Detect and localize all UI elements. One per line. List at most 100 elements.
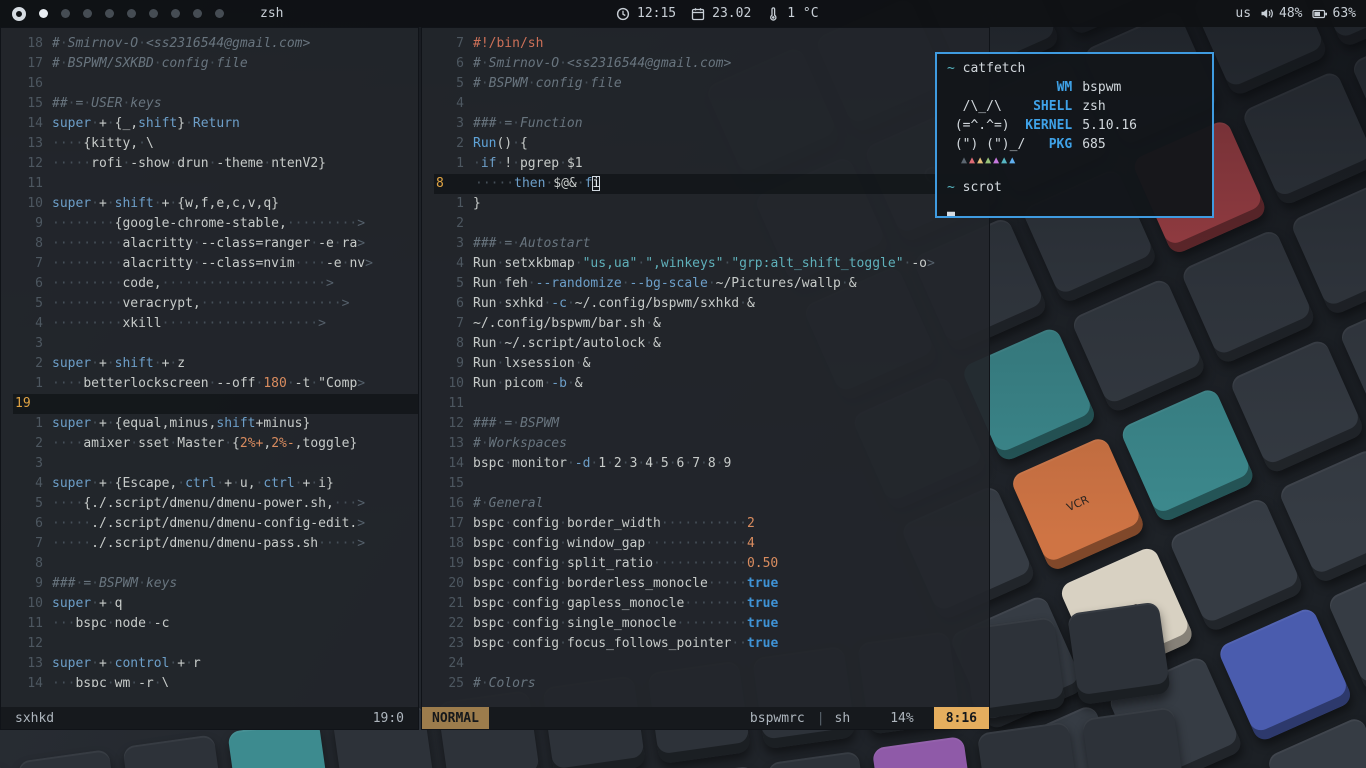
code-text: super·+·q	[52, 594, 122, 614]
code-token: ·	[107, 416, 115, 431]
code-token: ·	[512, 156, 520, 171]
code-token: #	[473, 436, 481, 451]
code-token: lxsession	[504, 356, 574, 371]
editor-line: 1}	[434, 194, 989, 214]
code-token: -e	[318, 236, 334, 251]
code-token: config	[512, 556, 559, 571]
code-text: ···bspc·node·-c	[52, 614, 169, 634]
palette-triangle: ▲	[993, 155, 1001, 166]
code-token: ·	[575, 356, 583, 371]
code-token: pgrep	[520, 156, 559, 171]
line-number: 7	[434, 314, 473, 334]
code-token: --bg-scale	[630, 276, 708, 291]
code-text: ·········alacritty·--class=nvim····-e·nv…	[52, 254, 373, 274]
calendar-icon	[691, 7, 705, 21]
code-text: ·········xkill····················>	[52, 314, 326, 334]
workspace-dot-7[interactable]	[171, 9, 180, 18]
editor-window-bspwmrc[interactable]: 7#!/bin/sh6#·Smirnov-O·<ss2316544@gmail.…	[421, 27, 990, 730]
code-token: ···	[334, 496, 357, 511]
code-token: -theme	[216, 156, 263, 171]
code-text: super·+·{Escape,·ctrl·+·u,·ctrl·+·i}	[52, 474, 334, 494]
code-token: {w,f,e,c,v,q}	[177, 196, 279, 211]
fetch-value: bspwm	[1082, 80, 1121, 95]
code-token: ·····	[52, 536, 91, 551]
battery-icon	[1312, 8, 1328, 20]
code-token: ·	[739, 296, 747, 311]
keycap	[1168, 496, 1305, 633]
editor-line: 9········{google-chrome-stable,·········…	[13, 214, 418, 234]
workspace-dot-5[interactable]	[127, 9, 136, 18]
workspace-dot-1[interactable]	[39, 9, 48, 18]
fetch-terminal-window[interactable]: ~ catfetch WMbspwm /\_/\SHELLzsh (=^.^=)…	[935, 52, 1214, 218]
line-number: 10	[13, 594, 52, 614]
code-token: &	[583, 356, 591, 371]
workspace-dot-6[interactable]	[149, 9, 158, 18]
code-token: ·	[504, 596, 512, 611]
code-token: ·	[146, 616, 154, 631]
battery-module[interactable]: 63%	[1312, 6, 1356, 21]
code-token: #	[473, 496, 481, 511]
code-token: ###	[473, 236, 496, 251]
code-token: ###	[473, 416, 496, 431]
code-text: ···bspc·wm·-r·\	[52, 674, 169, 687]
line-number: 6	[13, 514, 52, 534]
workspace-dot-2[interactable]	[61, 9, 70, 18]
code-token: +	[99, 416, 107, 431]
code-token: BSPWM	[489, 76, 528, 91]
editor-line: 21bspc·config·gapless_monocle········tru…	[434, 594, 989, 614]
keyboard-layout-indicator[interactable]: us	[1235, 6, 1251, 21]
code-token: ·	[512, 416, 520, 431]
editor-line: 23bspc·config·focus_follows_pointer··tru…	[434, 634, 989, 654]
editor-line: 9Run·lxsession·&	[434, 354, 989, 374]
code-token: ./.script/dmenu/dmenu-pass.sh	[91, 536, 318, 551]
code-token: ",winkeys"	[645, 256, 723, 271]
code-token: ··················	[201, 296, 342, 311]
code-token: super	[52, 476, 91, 491]
editor-line: 10super·+·q	[13, 594, 418, 614]
code-token: ctrl	[263, 476, 294, 491]
line-number: 1	[13, 374, 52, 394]
code-text: bspc·config·single_monocle·········true	[473, 614, 778, 634]
workspace-dot-8[interactable]	[193, 9, 202, 18]
editor-line: 7·····./.script/dmenu/dmenu-pass.sh·····…	[13, 534, 418, 554]
code-token: Master	[177, 436, 224, 451]
statusline-scroll-percent: 14%	[890, 711, 913, 726]
volume-module[interactable]: 48%	[1260, 6, 1302, 21]
code-token: veracrypt,	[122, 296, 200, 311]
code-token: focus_follows_pointer	[567, 636, 731, 651]
code-text: Run·feh·--randomize·--bg-scale·~/Picture…	[473, 274, 857, 294]
launcher-icon[interactable]	[12, 7, 26, 21]
code-text: ·····./.script/dmenu/dmenu-pass.sh·····>	[52, 534, 365, 554]
fetch-ascii-art: (=^.^=)	[947, 116, 1025, 135]
line-number: 13	[13, 134, 52, 154]
code-text: ····{kitty,·\	[52, 134, 154, 154]
editor-window-sxhkd[interactable]: 18#·Smirnov-O·<ss2316544@gmail.com>17#·B…	[0, 27, 419, 730]
code-token: ctrl	[185, 476, 216, 491]
workspace-dots	[39, 9, 224, 18]
statusline-filetype: sh	[835, 711, 851, 726]
code-token: ·	[83, 96, 91, 111]
workspace-dot-9[interactable]	[215, 9, 224, 18]
keycap	[17, 749, 121, 768]
code-token: =	[504, 116, 512, 131]
code-token: true	[747, 616, 778, 631]
prompt-symbol: ~	[947, 180, 955, 195]
code-token: ,	[263, 436, 271, 451]
workspace-dot-4[interactable]	[105, 9, 114, 18]
code-token: ·	[60, 36, 68, 51]
workspace-dot-3[interactable]	[83, 9, 92, 18]
line-number: 8	[13, 234, 52, 254]
code-token: ·········	[52, 236, 122, 251]
code-token: xkill	[122, 316, 161, 331]
code-token: ····	[52, 376, 83, 391]
line-number: 19	[13, 394, 54, 414]
code-token: sxhkd	[504, 296, 543, 311]
code-token: ·	[577, 176, 585, 191]
editor-line: 24	[434, 654, 989, 674]
editor-line: 19	[13, 394, 418, 414]
fetch-output: WMbspwm /\_/\SHELLzsh (=^.^=)KERNEL5.10.…	[947, 78, 1202, 154]
code-token: ·	[193, 236, 201, 251]
desktop: F12GHVCR619769CAPS LOCKCTRL zsh 12:15 23…	[0, 0, 1366, 768]
code-token: ~/.config/bspwm/sxhkd	[575, 296, 739, 311]
code-token: config	[512, 516, 559, 531]
